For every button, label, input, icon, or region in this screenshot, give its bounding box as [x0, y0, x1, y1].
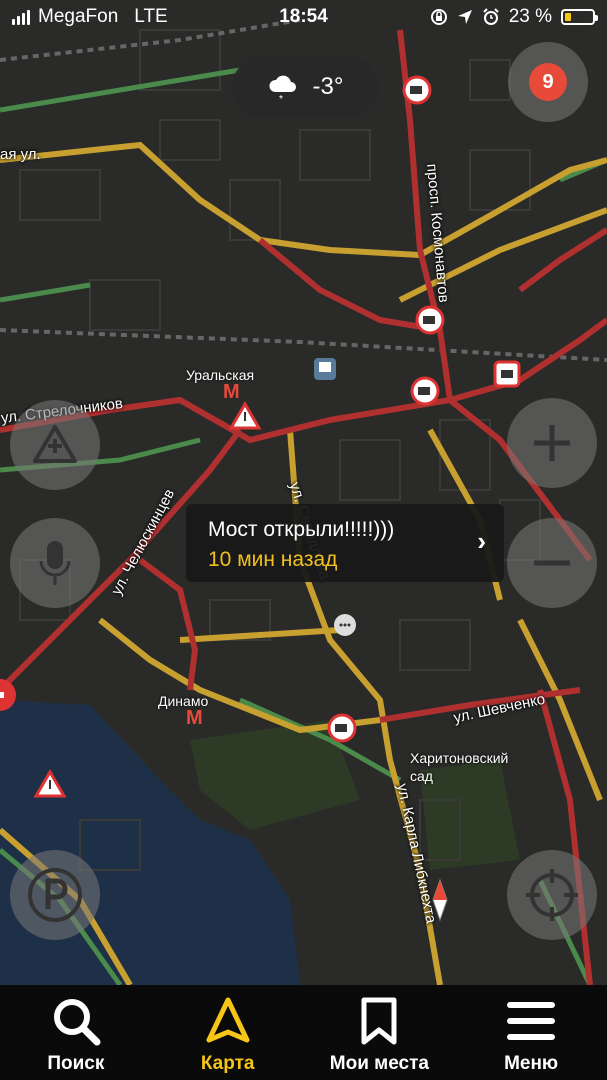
search-icon	[53, 999, 101, 1046]
train-station-icon	[314, 358, 336, 380]
tab-map[interactable]: Карта	[152, 985, 304, 1080]
place-label: Уральская	[186, 367, 255, 383]
warning-sign-icon	[228, 401, 262, 430]
chat-bubble-icon	[334, 614, 356, 636]
add-road-event-button[interactable]	[10, 400, 100, 490]
road-event-icon	[33, 425, 77, 463]
parking-button[interactable]	[10, 850, 100, 940]
battery-percent: 23 %	[508, 6, 552, 27]
tab-label: Поиск	[47, 1053, 105, 1074]
snow-cloud-icon: *	[269, 75, 296, 102]
tab-bar: Поиск Карта Мои места Меню	[0, 985, 607, 1080]
my-location-button[interactable]	[507, 850, 597, 940]
tab-search[interactable]: Поиск	[0, 985, 152, 1080]
speed-camera-icon	[402, 75, 432, 105]
chevron-right-icon[interactable]: ›	[477, 526, 486, 557]
alarm-icon	[482, 8, 499, 25]
parking-icon	[28, 868, 82, 922]
traffic-level-badge: 9	[529, 63, 567, 101]
zoom-out-button[interactable]	[507, 518, 597, 608]
battery-icon	[561, 9, 598, 25]
bookmark-icon	[361, 997, 397, 1045]
weather-widget[interactable]: * -3°	[232, 56, 378, 118]
popup-message: Мост открыли!!!!!)))	[208, 518, 395, 541]
location-arrow-icon	[457, 10, 472, 24]
railway-line	[0, 328, 607, 362]
speed-camera-icon	[410, 376, 440, 406]
tab-menu[interactable]: Меню	[455, 985, 607, 1080]
svg-text:*: *	[279, 94, 283, 102]
plus-icon	[534, 425, 570, 461]
tab-label: Карта	[200, 1053, 255, 1074]
microphone-icon	[39, 541, 71, 585]
accident-icon	[493, 360, 521, 388]
traffic-level-button[interactable]: 9	[508, 42, 588, 122]
tab-my-places[interactable]: Мои места	[304, 985, 456, 1080]
metro-station-dinamo-icon: M	[186, 707, 203, 729]
speed-camera-icon	[415, 305, 445, 335]
map-view[interactable]: M M ая ул. просп. Космонавтов ул. ул. Че…	[0, 0, 607, 985]
temperature-value: -3°	[312, 73, 344, 100]
svg-text:M: M	[223, 381, 240, 403]
crosshair-icon	[526, 869, 578, 921]
minus-icon	[534, 560, 570, 566]
menu-icon	[507, 1002, 556, 1040]
status-bar: MegaFon LTE 18:54 23 %	[0, 0, 607, 34]
place-label: Харитоновский сад	[410, 750, 509, 784]
tab-label: Мои места	[329, 1053, 429, 1074]
metro-station-uralskaya-icon: M	[223, 381, 240, 403]
voice-search-button[interactable]	[10, 518, 100, 608]
zoom-in-button[interactable]	[507, 398, 597, 488]
speed-camera-icon	[327, 713, 357, 743]
tab-label: Меню	[504, 1053, 559, 1074]
street-label: ая ул.	[0, 146, 41, 163]
navigation-arrow-icon	[206, 997, 250, 1043]
place-label: Динамо	[158, 693, 209, 709]
popup-time-ago: 10 мин назад	[208, 548, 338, 571]
road-event-popup[interactable]: Мост открыли!!!!!))) 10 мин назад ›	[186, 504, 504, 582]
lock-rotation-icon	[430, 9, 447, 25]
svg-text:M: M	[186, 707, 203, 729]
